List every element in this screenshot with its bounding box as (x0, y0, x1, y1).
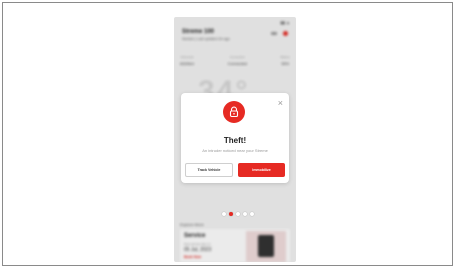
pager-dot-active[interactable] (229, 212, 233, 216)
pager-dot[interactable] (236, 212, 240, 216)
close-icon[interactable]: × (278, 99, 283, 108)
track-vehicle-button[interactable]: Track Vehicle (185, 163, 233, 177)
lock-alert-icon (223, 101, 245, 123)
phone-screen: ▮▮ ▲ Streme 100 Neelam | Last updated 3m… (174, 17, 296, 262)
immobilize-button[interactable]: Immobilize (238, 163, 285, 177)
pager-dot[interactable] (250, 212, 254, 216)
screenshot-frame: ▮▮ ▲ Streme 100 Neelam | Last updated 3m… (2, 2, 453, 266)
pager-dot[interactable] (222, 212, 226, 216)
theft-alert-modal: × Theft! An intruder noticed near your S… (181, 93, 289, 183)
pager-dot[interactable] (243, 212, 247, 216)
modal-title: Theft! (223, 136, 247, 145)
modal-message: An intruder noticed near your Streme (202, 148, 268, 153)
carousel-pager (222, 212, 254, 216)
